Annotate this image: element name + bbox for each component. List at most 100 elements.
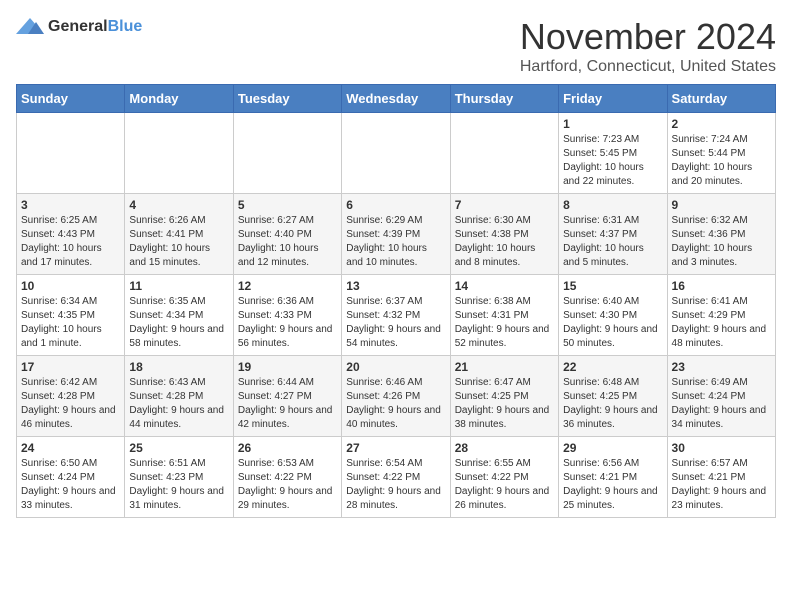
day-number: 19	[238, 360, 337, 374]
day-number: 4	[129, 198, 228, 212]
calendar-cell-2-0: 10 Sunrise: 6:34 AM Sunset: 4:35 PM Dayli…	[17, 275, 125, 356]
day-info: Sunrise: 6:27 AM Sunset: 4:40 PM Dayligh…	[238, 214, 337, 270]
calendar-cell-0-5: 1 Sunrise: 7:23 AM Sunset: 5:45 PM Daylig…	[559, 113, 667, 194]
calendar-cell-1-3: 6 Sunrise: 6:29 AM Sunset: 4:39 PM Daylig…	[342, 194, 450, 275]
day-info: Sunrise: 6:25 AM Sunset: 4:43 PM Dayligh…	[21, 214, 120, 270]
calendar-cell-4-0: 24 Sunrise: 6:50 AM Sunset: 4:24 PM Dayli…	[17, 437, 125, 518]
calendar-cell-2-6: 16 Sunrise: 6:41 AM Sunset: 4:29 PM Dayli…	[667, 275, 775, 356]
logo-icon	[16, 16, 44, 38]
calendar-cell-4-2: 26 Sunrise: 6:53 AM Sunset: 4:22 PM Dayli…	[233, 437, 341, 518]
day-info: Sunrise: 6:41 AM Sunset: 4:29 PM Dayligh…	[672, 295, 771, 351]
day-number: 21	[455, 360, 554, 374]
day-info: Sunrise: 6:56 AM Sunset: 4:21 PM Dayligh…	[563, 457, 662, 513]
day-info: Sunrise: 6:49 AM Sunset: 4:24 PM Dayligh…	[672, 376, 771, 432]
day-number: 25	[129, 441, 228, 455]
day-number: 18	[129, 360, 228, 374]
calendar-cell-3-6: 23 Sunrise: 6:49 AM Sunset: 4:24 PM Dayli…	[667, 356, 775, 437]
day-number: 12	[238, 279, 337, 293]
day-number: 3	[21, 198, 120, 212]
day-number: 9	[672, 198, 771, 212]
calendar-header-row: Sunday Monday Tuesday Wednesday Thursday…	[17, 85, 776, 113]
calendar-cell-2-2: 12 Sunrise: 6:36 AM Sunset: 4:33 PM Dayli…	[233, 275, 341, 356]
calendar-cell-1-2: 5 Sunrise: 6:27 AM Sunset: 4:40 PM Daylig…	[233, 194, 341, 275]
header-thursday: Thursday	[450, 85, 558, 113]
calendar-week-0: 1 Sunrise: 7:23 AM Sunset: 5:45 PM Daylig…	[17, 113, 776, 194]
day-info: Sunrise: 6:40 AM Sunset: 4:30 PM Dayligh…	[563, 295, 662, 351]
day-info: Sunrise: 6:51 AM Sunset: 4:23 PM Dayligh…	[129, 457, 228, 513]
day-number: 26	[238, 441, 337, 455]
calendar-cell-0-1	[125, 113, 233, 194]
day-info: Sunrise: 6:34 AM Sunset: 4:35 PM Dayligh…	[21, 295, 120, 351]
day-info: Sunrise: 6:29 AM Sunset: 4:39 PM Dayligh…	[346, 214, 445, 270]
day-number: 13	[346, 279, 445, 293]
day-info: Sunrise: 6:57 AM Sunset: 4:21 PM Dayligh…	[672, 457, 771, 513]
calendar-week-4: 24 Sunrise: 6:50 AM Sunset: 4:24 PM Dayli…	[17, 437, 776, 518]
calendar-cell-2-5: 15 Sunrise: 6:40 AM Sunset: 4:30 PM Dayli…	[559, 275, 667, 356]
day-info: Sunrise: 6:30 AM Sunset: 4:38 PM Dayligh…	[455, 214, 554, 270]
day-number: 28	[455, 441, 554, 455]
day-info: Sunrise: 6:53 AM Sunset: 4:22 PM Dayligh…	[238, 457, 337, 513]
day-number: 5	[238, 198, 337, 212]
calendar-cell-2-3: 13Sunrise: 6:37 AM Sunset: 4:32 PM Dayli…	[342, 275, 450, 356]
calendar-cell-3-4: 21Sunrise: 6:47 AM Sunset: 4:25 PM Dayli…	[450, 356, 558, 437]
day-number: 10	[21, 279, 120, 293]
day-info: Sunrise: 6:31 AM Sunset: 4:37 PM Dayligh…	[563, 214, 662, 270]
calendar-cell-4-1: 25 Sunrise: 6:51 AM Sunset: 4:23 PM Dayli…	[125, 437, 233, 518]
calendar-table: Sunday Monday Tuesday Wednesday Thursday…	[16, 84, 776, 518]
calendar-cell-2-4: 14 Sunrise: 6:38 AM Sunset: 4:31 PM Dayli…	[450, 275, 558, 356]
day-number: 23	[672, 360, 771, 374]
calendar-cell-1-5: 8 Sunrise: 6:31 AM Sunset: 4:37 PM Daylig…	[559, 194, 667, 275]
day-number: 1	[563, 117, 662, 131]
calendar-cell-3-5: 22Sunrise: 6:48 AM Sunset: 4:25 PM Dayli…	[559, 356, 667, 437]
month-title: November 2024	[520, 16, 776, 58]
day-info: Sunrise: 6:42 AM Sunset: 4:28 PM Dayligh…	[21, 376, 120, 432]
day-info: Sunrise: 7:23 AM Sunset: 5:45 PM Dayligh…	[563, 133, 662, 189]
day-info: Sunrise: 6:44 AM Sunset: 4:27 PM Dayligh…	[238, 376, 337, 432]
calendar-cell-1-4: 7 Sunrise: 6:30 AM Sunset: 4:38 PM Daylig…	[450, 194, 558, 275]
day-number: 6	[346, 198, 445, 212]
header-wednesday: Wednesday	[342, 85, 450, 113]
day-number: 15	[563, 279, 662, 293]
day-number: 16	[672, 279, 771, 293]
logo-blue: Blue	[108, 18, 143, 35]
header-monday: Monday	[125, 85, 233, 113]
calendar-cell-0-3	[342, 113, 450, 194]
calendar-cell-3-0: 17 Sunrise: 6:42 AM Sunset: 4:28 PM Dayli…	[17, 356, 125, 437]
calendar-cell-0-6: 2 Sunrise: 7:24 AM Sunset: 5:44 PM Daylig…	[667, 113, 775, 194]
calendar-cell-1-6: 9Sunrise: 6:32 AM Sunset: 4:36 PM Daylig…	[667, 194, 775, 275]
day-number: 2	[672, 117, 771, 131]
header: GeneralBlue November 2024 Hartford, Conn…	[16, 16, 776, 76]
day-info: Sunrise: 7:24 AM Sunset: 5:44 PM Dayligh…	[672, 133, 771, 189]
day-info: Sunrise: 6:43 AM Sunset: 4:28 PM Dayligh…	[129, 376, 228, 432]
calendar-week-2: 10 Sunrise: 6:34 AM Sunset: 4:35 PM Dayli…	[17, 275, 776, 356]
day-info: Sunrise: 6:54 AM Sunset: 4:22 PM Dayligh…	[346, 457, 445, 513]
calendar-cell-4-4: 28Sunrise: 6:55 AM Sunset: 4:22 PM Dayli…	[450, 437, 558, 518]
title-area: November 2024 Hartford, Connecticut, Uni…	[520, 16, 776, 76]
day-number: 24	[21, 441, 120, 455]
day-number: 11	[129, 279, 228, 293]
header-friday: Friday	[559, 85, 667, 113]
day-number: 8	[563, 198, 662, 212]
header-saturday: Saturday	[667, 85, 775, 113]
calendar-week-3: 17 Sunrise: 6:42 AM Sunset: 4:28 PM Dayli…	[17, 356, 776, 437]
day-info: Sunrise: 6:38 AM Sunset: 4:31 PM Dayligh…	[455, 295, 554, 351]
calendar-cell-0-2	[233, 113, 341, 194]
day-number: 29	[563, 441, 662, 455]
day-number: 30	[672, 441, 771, 455]
day-info: Sunrise: 6:36 AM Sunset: 4:33 PM Dayligh…	[238, 295, 337, 351]
calendar-cell-0-4	[450, 113, 558, 194]
calendar-cell-3-1: 18 Sunrise: 6:43 AM Sunset: 4:28 PM Dayli…	[125, 356, 233, 437]
day-number: 17	[21, 360, 120, 374]
calendar-cell-3-2: 19 Sunrise: 6:44 AM Sunset: 4:27 PM Dayli…	[233, 356, 341, 437]
header-tuesday: Tuesday	[233, 85, 341, 113]
header-sunday: Sunday	[17, 85, 125, 113]
day-info: Sunrise: 6:35 AM Sunset: 4:34 PM Dayligh…	[129, 295, 228, 351]
calendar-cell-3-3: 20Sunrise: 6:46 AM Sunset: 4:26 PM Dayli…	[342, 356, 450, 437]
calendar-cell-1-1: 4 Sunrise: 6:26 AM Sunset: 4:41 PM Daylig…	[125, 194, 233, 275]
day-info: Sunrise: 6:50 AM Sunset: 4:24 PM Dayligh…	[21, 457, 120, 513]
day-info: Sunrise: 6:26 AM Sunset: 4:41 PM Dayligh…	[129, 214, 228, 270]
day-number: 14	[455, 279, 554, 293]
day-number: 7	[455, 198, 554, 212]
day-number: 20	[346, 360, 445, 374]
calendar-cell-1-0: 3 Sunrise: 6:25 AM Sunset: 4:43 PM Daylig…	[17, 194, 125, 275]
